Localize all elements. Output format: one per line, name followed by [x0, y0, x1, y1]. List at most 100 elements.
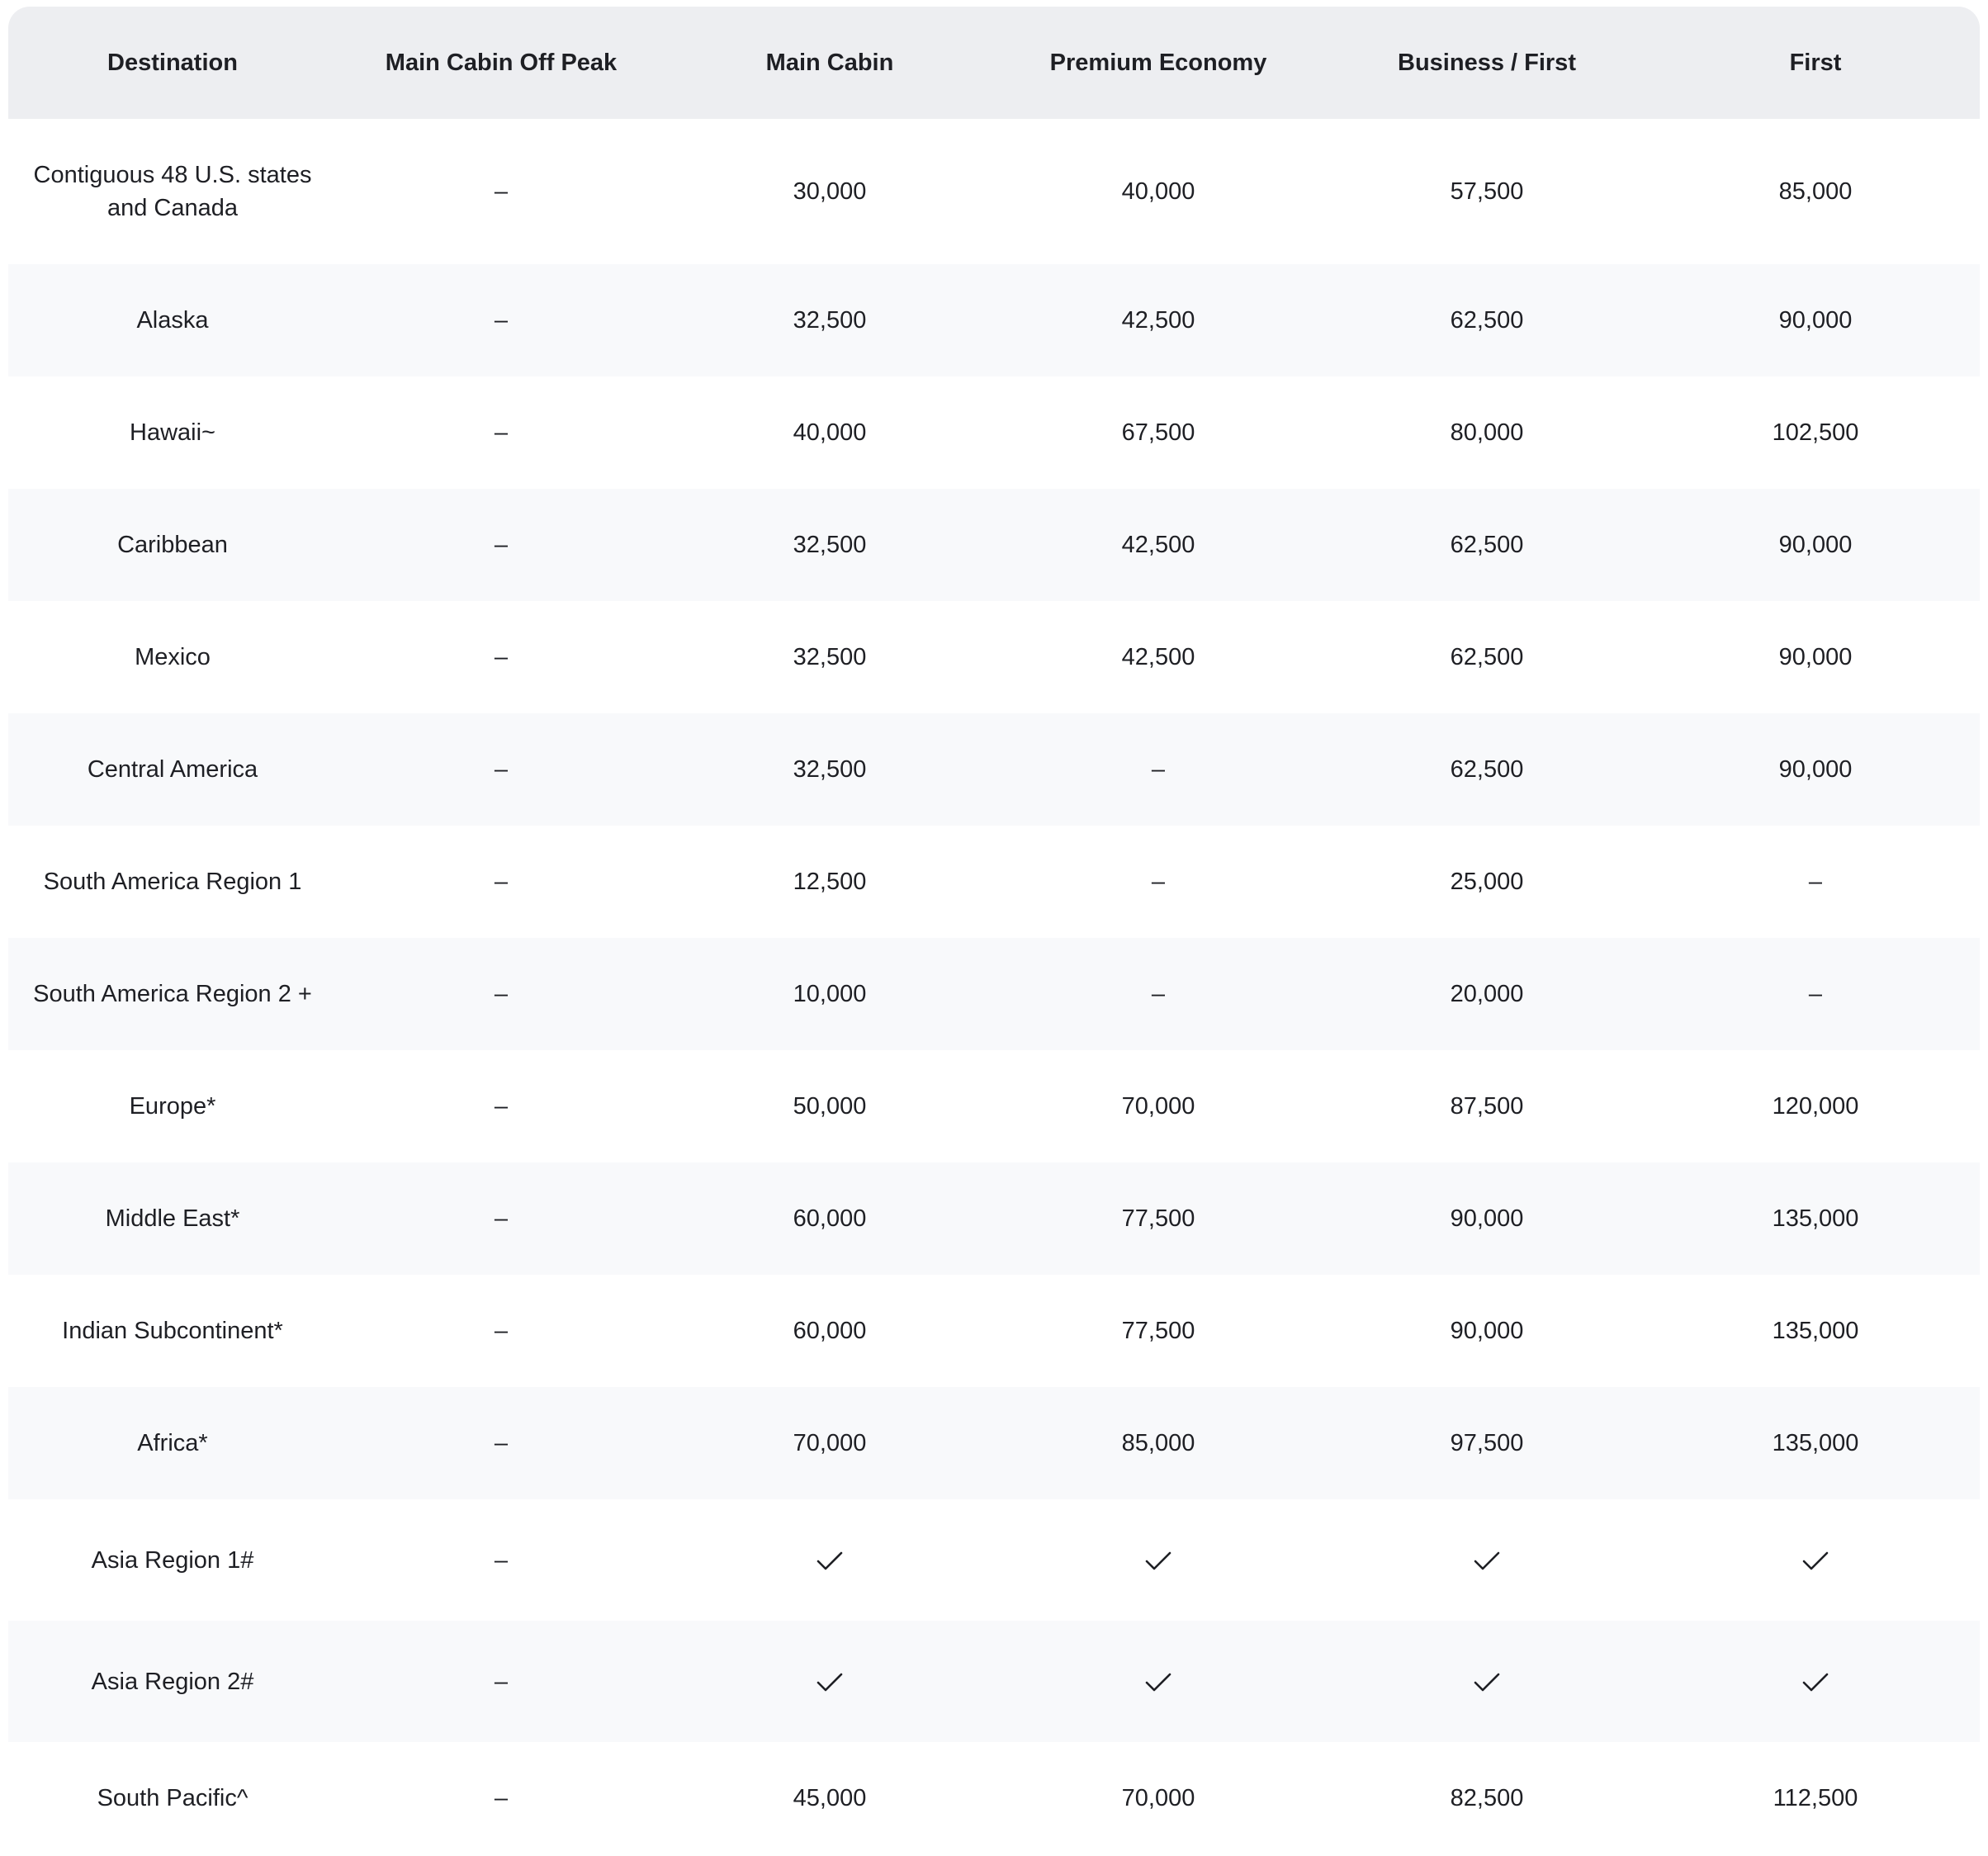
miles-value: –: [494, 178, 509, 205]
cell-main-cabin-off-peak: –: [337, 1275, 665, 1387]
cell-first: 90,000: [1651, 264, 1980, 376]
miles-value: 67,500: [1121, 419, 1195, 446]
miles-value: 32,500: [793, 756, 867, 783]
cell-business-first: 97,500: [1323, 1387, 1651, 1499]
destination-label: Hawaii~: [130, 419, 215, 446]
destination-label: South America Region 1: [43, 869, 302, 895]
cell-destination: South Pacific^: [8, 1742, 337, 1854]
cell-main-cabin: 10,000: [665, 938, 994, 1050]
cell-destination: Middle East*: [8, 1162, 337, 1275]
column-header-business-first: Business / First: [1323, 7, 1651, 119]
check-icon: [813, 1544, 846, 1577]
cell-destination: Africa*: [8, 1387, 337, 1499]
cell-business-first: 62,500: [1323, 264, 1651, 376]
cell-first: 90,000: [1651, 601, 1980, 713]
cell-destination: South America Region 2 +: [8, 938, 337, 1050]
cell-main-cabin: 32,500: [665, 601, 994, 713]
destination-label: Mexico: [135, 644, 211, 670]
table-row: South America Region 2 + – 10,000 – 20,000 –: [8, 938, 1980, 1050]
cell-premium-economy: 70,000: [994, 1050, 1323, 1162]
cell-main-cabin-off-peak: –: [337, 119, 665, 264]
cell-premium-economy: –: [994, 713, 1323, 826]
miles-value: 85,000: [1778, 178, 1853, 205]
destination-label: Alaska: [136, 307, 209, 334]
cell-destination: Europe*: [8, 1050, 337, 1162]
cell-destination: Caribbean: [8, 489, 337, 601]
cell-first: 135,000: [1651, 1387, 1980, 1499]
cell-main-cabin: [665, 1621, 994, 1742]
miles-value: –: [494, 1668, 509, 1695]
cell-main-cabin: 60,000: [665, 1162, 994, 1275]
table-row: Hawaii~ – 40,000 67,500 80,000 102,500: [8, 376, 1980, 489]
miles-value: –: [1151, 756, 1166, 783]
cell-first: 112,500: [1651, 1742, 1980, 1854]
cell-first: 85,000: [1651, 119, 1980, 264]
cell-main-cabin-off-peak: –: [337, 601, 665, 713]
cell-main-cabin-off-peak: –: [337, 1162, 665, 1275]
destination-label: Asia Region 1#: [91, 1546, 254, 1574]
table-row: Mexico – 32,500 42,500 62,500 90,000: [8, 601, 1980, 713]
check-icon: [1142, 1544, 1175, 1577]
cell-main-cabin-off-peak: –: [337, 1387, 665, 1499]
miles-value: 40,000: [1121, 178, 1195, 205]
cell-premium-economy: 77,500: [994, 1162, 1323, 1275]
cell-main-cabin: 32,500: [665, 264, 994, 376]
table-row: Africa* – 70,000 85,000 97,500 135,000: [8, 1387, 1980, 1499]
miles-value: 32,500: [793, 532, 867, 558]
header-row: Destination Main Cabin Off Peak Main Cab…: [8, 7, 1980, 119]
miles-value: –: [494, 1785, 509, 1811]
table-row: Alaska – 32,500 42,500 62,500 90,000: [8, 264, 1980, 376]
cell-main-cabin: 70,000: [665, 1387, 994, 1499]
award-chart-table-container: Destination Main Cabin Off Peak Main Cab…: [8, 7, 1980, 1854]
cell-destination: South America Region 1: [8, 826, 337, 938]
destination-label: Contiguous 48 U.S. states and Canada: [33, 162, 312, 221]
miles-value: –: [494, 1093, 509, 1120]
miles-value: 30,000: [793, 178, 867, 205]
cell-first: [1651, 1499, 1980, 1621]
cell-main-cabin: 32,500: [665, 713, 994, 826]
cell-main-cabin-off-peak: –: [337, 1742, 665, 1854]
cell-main-cabin-off-peak: –: [337, 713, 665, 826]
miles-value: 25,000: [1450, 869, 1524, 895]
table-row: Europe* – 50,000 70,000 87,500 120,000: [8, 1050, 1980, 1162]
cell-business-first: 25,000: [1323, 826, 1651, 938]
cell-premium-economy: 42,500: [994, 264, 1323, 376]
table-row: Caribbean – 32,500 42,500 62,500 90,000: [8, 489, 1980, 601]
miles-value: –: [494, 532, 509, 558]
miles-value: 135,000: [1772, 1205, 1859, 1232]
cell-business-first: 87,500: [1323, 1050, 1651, 1162]
cell-business-first: 57,500: [1323, 119, 1651, 264]
cell-business-first: 82,500: [1323, 1742, 1651, 1854]
cell-premium-economy: 42,500: [994, 489, 1323, 601]
cell-business-first: 80,000: [1323, 376, 1651, 489]
cell-business-first: 62,500: [1323, 713, 1651, 826]
miles-value: 62,500: [1450, 307, 1524, 334]
miles-value: 70,000: [1121, 1093, 1195, 1120]
table-row: Contiguous 48 U.S. states and Canada – 30,…: [8, 119, 1980, 264]
miles-value: 97,500: [1450, 1430, 1524, 1456]
check-icon: [1142, 1665, 1175, 1698]
cell-main-cabin: 12,500: [665, 826, 994, 938]
miles-value: –: [494, 419, 509, 446]
cell-premium-economy: 70,000: [994, 1742, 1323, 1854]
miles-value: 70,000: [1121, 1785, 1195, 1811]
miles-value: 32,500: [793, 307, 867, 334]
cell-main-cabin-off-peak: –: [337, 1621, 665, 1742]
miles-value: 90,000: [1778, 644, 1853, 670]
cell-destination: Contiguous 48 U.S. states and Canada: [8, 119, 337, 264]
cell-first: 135,000: [1651, 1162, 1980, 1275]
cell-destination: Alaska: [8, 264, 337, 376]
cell-premium-economy: 77,500: [994, 1275, 1323, 1387]
miles-value: –: [494, 1546, 509, 1574]
table-body: Contiguous 48 U.S. states and Canada – 30,…: [8, 119, 1980, 1854]
cell-premium-economy: –: [994, 938, 1323, 1050]
miles-value: 12,500: [793, 869, 867, 895]
table-row: South America Region 1 – 12,500 – 25,000 –: [8, 826, 1980, 938]
cell-business-first: 62,500: [1323, 601, 1651, 713]
check-icon: [1799, 1544, 1832, 1577]
cell-main-cabin: 45,000: [665, 1742, 994, 1854]
cell-destination: Asia Region 2#: [8, 1621, 337, 1742]
miles-value: 102,500: [1772, 419, 1859, 446]
miles-value: –: [1151, 981, 1166, 1007]
cell-first: –: [1651, 826, 1980, 938]
